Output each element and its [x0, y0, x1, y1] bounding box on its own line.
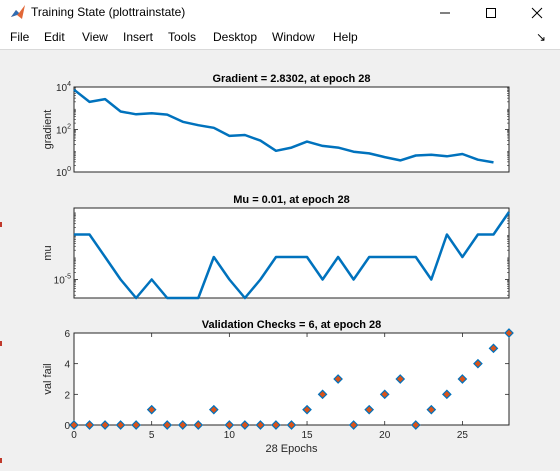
menu-window[interactable]: Window	[272, 30, 315, 44]
x-axis-label: 28 Epochs	[266, 443, 318, 455]
x-tick-label: 10	[224, 430, 236, 441]
maximize-icon	[486, 7, 496, 18]
y-tick-label: 4	[64, 360, 70, 371]
x-tick-label: 5	[149, 430, 155, 441]
y-axis-label: val fail	[42, 363, 54, 394]
plot-area	[73, 332, 510, 426]
plot-title: Validation Checks = 6, at epoch 28	[202, 319, 381, 331]
title-bar: Training State (plottrainstate)	[0, 0, 560, 25]
y-axis-label: gradient	[42, 110, 54, 150]
minimize-button[interactable]	[422, 0, 468, 25]
menu-file[interactable]: File	[10, 30, 29, 44]
y-tick-label: 2	[64, 390, 70, 401]
plot-area	[73, 207, 510, 299]
training-state-plots: Gradient = 2.8302, at epoch 28gradient10…	[42, 73, 514, 455]
menu-desktop[interactable]: Desktop	[213, 30, 257, 44]
edge-mark	[0, 222, 2, 227]
menu-view[interactable]: View	[82, 30, 108, 44]
maximize-button[interactable]	[468, 0, 514, 25]
edge-mark	[0, 341, 2, 346]
close-button[interactable]	[514, 0, 560, 25]
y-tick-label: 104	[56, 81, 71, 94]
x-tick-label: 20	[379, 430, 391, 441]
y-tick-label: 6	[64, 329, 70, 340]
plot-title: Gradient = 2.8302, at epoch 28	[212, 73, 370, 85]
y-tick-label: 100	[56, 166, 71, 179]
x-tick-label: 25	[457, 430, 469, 441]
dock-arrow-icon[interactable]: ↘	[536, 30, 546, 44]
x-tick-label: 0	[71, 430, 77, 441]
figure-area: Gradient = 2.8302, at epoch 28 gradient 10…	[0, 50, 560, 471]
menu-tools[interactable]: Tools	[168, 30, 196, 44]
y-axis-label: mu	[42, 245, 54, 260]
plot-title: Mu = 0.01, at epoch 28	[233, 194, 349, 206]
edge-mark	[0, 458, 2, 463]
plot-area	[73, 86, 510, 173]
y-tick-label: 0	[64, 421, 70, 432]
close-icon	[531, 7, 543, 18]
menu-help[interactable]: Help	[333, 30, 358, 44]
minimize-icon	[440, 12, 450, 13]
menu-bar: File Edit View Insert Tools Desktop Wind…	[0, 25, 560, 50]
x-tick-label: 15	[301, 430, 313, 441]
y-tick-label: 102	[56, 124, 71, 137]
menu-edit[interactable]: Edit	[44, 30, 65, 44]
matlab-logo-icon	[11, 5, 25, 19]
y-tick-label: 10-5	[54, 273, 71, 286]
window-title: Training State (plottrainstate)	[31, 5, 186, 19]
menu-insert[interactable]: Insert	[123, 30, 153, 44]
